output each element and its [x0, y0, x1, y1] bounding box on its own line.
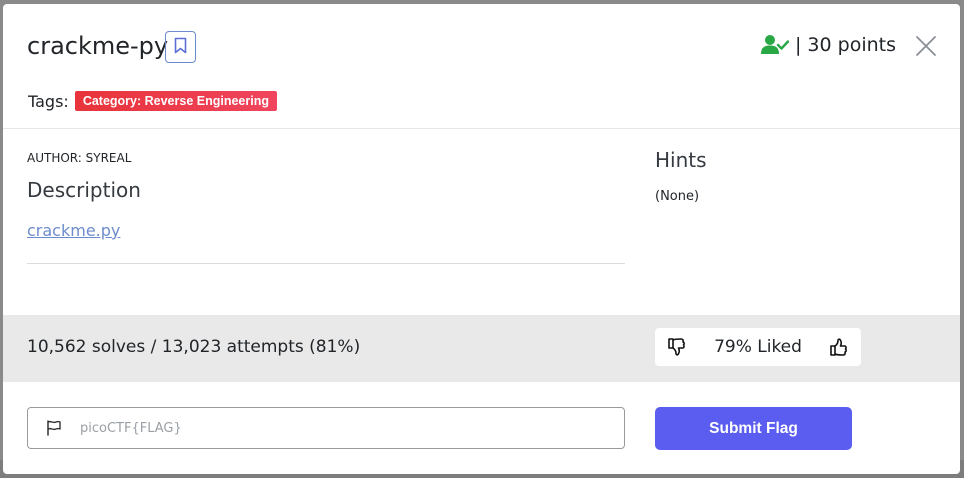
submit-flag-button[interactable]: Submit Flag: [655, 407, 852, 450]
challenge-title: crackme-py: [27, 32, 169, 60]
thumbs-down-icon[interactable]: [667, 337, 687, 357]
modal-header: crackme-py | 30 points Tags: Category: R…: [3, 4, 960, 129]
hints-heading: Hints: [655, 148, 707, 172]
description-divider: [27, 263, 625, 264]
solves-count: 10,562 solves / 13,023 attempts (81%): [27, 337, 361, 357]
challenge-points: | 30 points: [760, 34, 896, 56]
description-file-link[interactable]: crackme.py: [27, 221, 120, 240]
close-button[interactable]: [915, 35, 937, 57]
flag-input-wrapper: [27, 407, 625, 449]
liked-percentage: 79% Liked: [714, 337, 802, 357]
stats-bar: 10,562 solves / 13,023 attempts (81%) 79…: [3, 315, 960, 382]
category-badge: Category: Reverse Engineering: [74, 91, 277, 111]
hints-text: (None): [655, 189, 700, 204]
description-heading: Description: [27, 178, 141, 202]
bookmark-button[interactable]: [165, 31, 196, 63]
likes-widget: 79% Liked: [655, 328, 861, 366]
points-label: | 30 points: [794, 34, 896, 56]
flag-input[interactable]: [78, 419, 562, 437]
close-icon: [915, 36, 937, 61]
tags-row: Tags: Category: Reverse Engineering: [28, 91, 277, 111]
user-check-icon: [760, 34, 789, 56]
challenge-modal: crackme-py | 30 points Tags: Category: R…: [3, 4, 960, 474]
bookmark-icon: [174, 37, 187, 58]
tags-label: Tags:: [28, 91, 69, 111]
thumbs-up-icon[interactable]: [829, 337, 849, 357]
author-label: AUTHOR: SYREAL: [27, 151, 132, 165]
flag-icon: [46, 420, 62, 436]
